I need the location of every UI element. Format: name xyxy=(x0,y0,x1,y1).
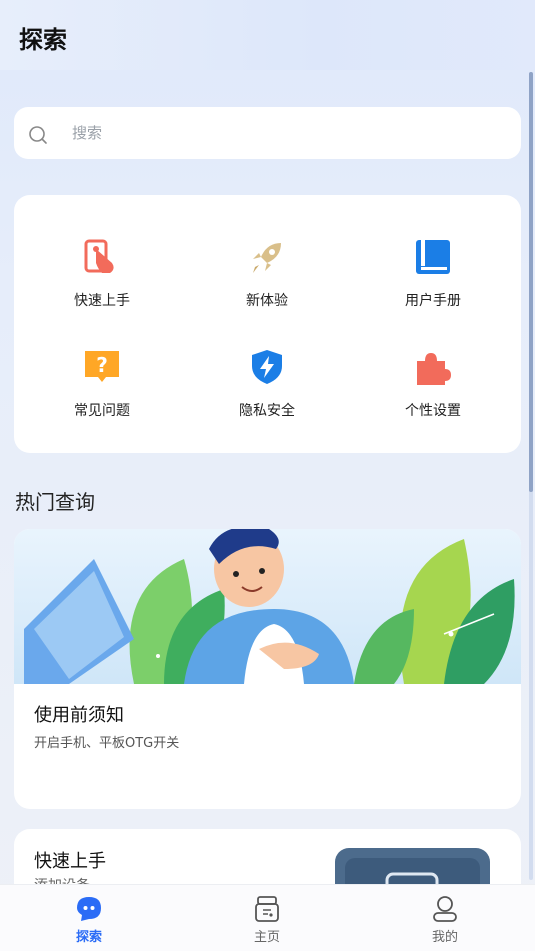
search-bar[interactable] xyxy=(14,107,521,159)
grid-item-user-manual[interactable]: 用户手册 xyxy=(348,195,518,309)
tab-label: 主页 xyxy=(253,930,280,945)
grid-item-label: 个性设置 xyxy=(405,403,461,419)
tap-hand-icon xyxy=(84,239,114,273)
grid-item-faq[interactable]: ? 常见问题 xyxy=(17,305,187,419)
tab-profile[interactable]: 我的 xyxy=(385,885,505,951)
search-icon xyxy=(29,126,47,144)
explore-chat-icon xyxy=(77,897,101,921)
device-icon xyxy=(255,896,279,922)
search-input[interactable] xyxy=(72,121,492,145)
quick-card-title: 快速上手 xyxy=(34,851,106,872)
tab-label: 探索 xyxy=(75,930,102,945)
question-icon: ? xyxy=(85,351,119,382)
banner-illustration xyxy=(14,529,521,684)
grid-item-label: 常见问题 xyxy=(74,403,130,419)
user-icon xyxy=(433,896,457,922)
hot-query-card[interactable]: 使用前须知 开启手机、平板OTG开关 xyxy=(14,529,521,809)
puzzle-icon xyxy=(417,353,451,385)
shield-icon xyxy=(252,350,282,384)
grid-item-privacy[interactable]: 隐私安全 xyxy=(182,305,352,419)
tab-label: 我的 xyxy=(431,930,458,945)
grid-item-label: 隐私安全 xyxy=(239,403,295,419)
book-icon xyxy=(416,240,450,274)
rocket-icon xyxy=(253,243,281,273)
tab-home[interactable]: 主页 xyxy=(207,885,327,951)
section-title-hot: 热门查询 xyxy=(15,490,95,514)
grid-item-new-experience[interactable]: 新体验 xyxy=(182,195,352,309)
bottom-tab-bar: 探索 主页 我的 xyxy=(0,884,535,951)
grid-item-personal-settings[interactable]: 个性设置 xyxy=(348,305,518,419)
feature-grid: 快速上手 新体验 用户手册 ? 常见问题 隐私安全 个性设置 xyxy=(14,195,521,453)
grid-item-quick-start[interactable]: 快速上手 xyxy=(17,195,187,309)
hot-card-title: 使用前须知 xyxy=(34,705,124,726)
svg-text:?: ? xyxy=(96,353,108,377)
scrollbar-thumb[interactable] xyxy=(529,72,533,492)
tab-explore[interactable]: 探索 xyxy=(29,885,149,951)
page-title: 探索 xyxy=(19,26,67,54)
hot-card-subtitle: 开启手机、平板OTG开关 xyxy=(34,736,180,751)
header: 探索 xyxy=(0,0,535,70)
